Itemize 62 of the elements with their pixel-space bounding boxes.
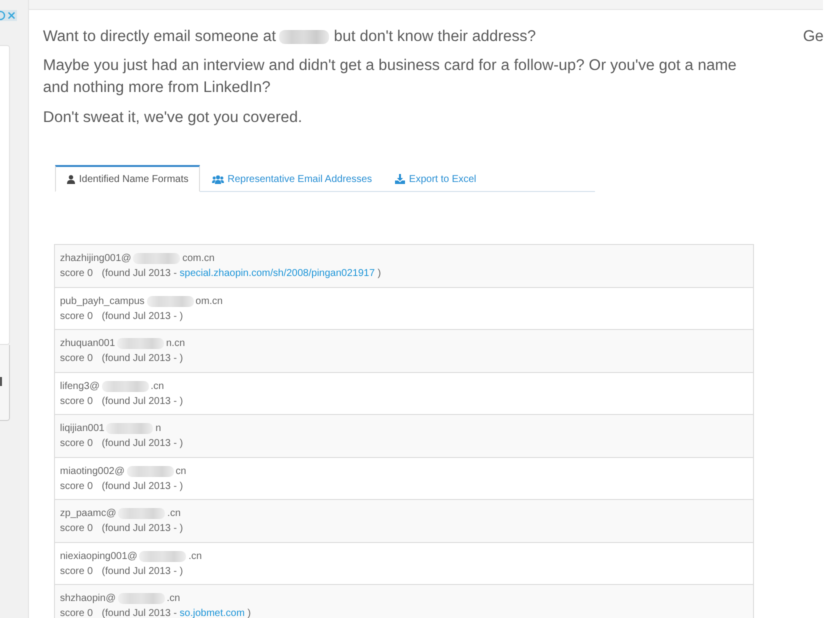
email-text: zhazhijing001@: [60, 252, 132, 266]
email-text: shzhaopin@: [60, 592, 116, 606]
score-text: score 0: [60, 437, 93, 451]
score-text: score 0: [60, 394, 93, 408]
redaction-blur: [139, 550, 186, 562]
source-link[interactable]: special.zhaopin.com/sh/2008/pingan021917: [180, 268, 375, 279]
score-text: score 0: [60, 607, 93, 618]
email-text: niexiaoping001@: [60, 550, 138, 564]
found-note: (found Jul 2013 - ): [102, 437, 183, 451]
redaction-blur: [102, 380, 149, 392]
email-text: cn: [176, 464, 186, 478]
email-text: .cn: [188, 550, 202, 564]
redaction-blur: [133, 253, 180, 264]
score-text: score 0: [60, 267, 93, 281]
email-text: zp_paamc@: [60, 507, 116, 521]
user-icon: [67, 174, 75, 184]
found-note: (found Jul 2013 - ): [102, 352, 183, 366]
email-text: zhuquan001: [60, 337, 116, 351]
redaction-blur: [117, 338, 164, 349]
found-note: (found Jul 2013 - ): [102, 480, 183, 494]
found-note: (found Jul 2013 - ): [102, 522, 183, 536]
download-icon: [395, 174, 406, 184]
score-text: score 0: [60, 352, 93, 366]
email-text: .cn: [150, 380, 164, 394]
email-text: lifeng3@: [60, 380, 100, 394]
redaction-blur: [146, 296, 194, 306]
found-note: (found Jul 2013 - ): [102, 564, 183, 578]
close-icon[interactable]: [6, 10, 17, 21]
email-text: n: [155, 422, 162, 436]
found-note: (found Jul 2013 - ): [102, 310, 183, 324]
redaction-blur: [278, 30, 329, 44]
redaction-blur: [126, 466, 174, 476]
email-text: .cn: [166, 592, 180, 606]
source-link[interactable]: so.jobmet.com: [180, 608, 245, 618]
tab[interactable]: Export to Excel: [383, 165, 488, 192]
found-note: (found Jul 2013 - so.jobmet.com ): [102, 607, 251, 618]
score-text: score 0: [60, 564, 93, 578]
redaction-blur: [118, 508, 166, 519]
email-text: miaoting002@: [60, 464, 125, 478]
intro-paragraph: Don't sweat it, we've got you covered.: [43, 108, 304, 128]
email-text: om.cn: [196, 294, 223, 308]
right-column-text: Ge: [803, 27, 824, 47]
found-note: (found Jul 2013 - special.zhaopin.com/sh/2008/pingan021917 ): [102, 267, 381, 281]
redaction-blur: [106, 423, 154, 434]
intro-paragraph: Maybe you just had an interview and didn't get a business card for a follow-up? Or you've got a name and nothing more from LinkedIn?: [43, 56, 738, 98]
intro-text: but don't know their address?: [334, 27, 536, 47]
intro-text: Want to directly email someone at: [43, 27, 276, 47]
score-text: score 0: [60, 310, 93, 324]
tab[interactable]: Representative Email Addresses: [200, 165, 384, 192]
email-text: com.cn: [182, 252, 215, 266]
email-text: pub_payh_campus: [60, 294, 145, 308]
info-icon[interactable]: [0, 10, 6, 21]
tab[interactable]: Identified Name Formats: [55, 165, 200, 192]
redaction-blur: [118, 593, 165, 604]
users-icon: [212, 174, 224, 184]
score-text: score 0: [60, 480, 93, 494]
edge-mark-icon: [0, 377, 2, 386]
email-text: .cn: [167, 507, 181, 521]
found-note: (found Jul 2013 - ): [102, 394, 183, 408]
score-text: score 0: [60, 522, 93, 536]
email-text: n.cn: [166, 337, 185, 351]
email-text: liqijian001: [60, 422, 104, 436]
